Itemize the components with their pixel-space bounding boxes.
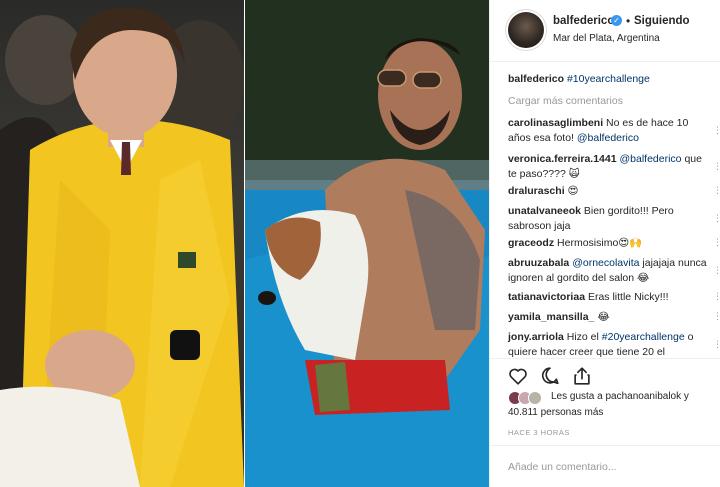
comment-item: graceodz Hermosisimo😍🙌 bbox=[508, 236, 713, 251]
add-comment-bar bbox=[490, 445, 720, 487]
comment-hashtag[interactable]: #20yearchallenge bbox=[602, 331, 685, 343]
comment-item: unatalvaneeok Bien gordito!!! Pero sabro… bbox=[508, 204, 713, 234]
likes-summary[interactable]: Les gusta a pachanoanibalok y 40.811 per… bbox=[508, 390, 713, 422]
post-details-panel: balfederico ✓ • Siguiendo Mar del Plata,… bbox=[489, 0, 720, 487]
comment-mention[interactable]: @balfederico bbox=[577, 132, 639, 144]
comment-options-icon[interactable]: ⋮ bbox=[713, 238, 720, 247]
location-link[interactable]: Mar del Plata, Argentina bbox=[553, 33, 660, 44]
comment-username[interactable]: carolinasaglimbeni bbox=[508, 117, 603, 129]
comment-options-icon[interactable]: ⋮ bbox=[713, 214, 720, 223]
comment-username[interactable]: graceodz bbox=[508, 237, 554, 249]
comment-username[interactable]: yamila_mansilla_ bbox=[508, 311, 594, 323]
comment-icon[interactable] bbox=[539, 365, 561, 387]
verified-icon: ✓ bbox=[611, 15, 622, 26]
post-photo[interactable] bbox=[0, 0, 489, 487]
comment-text: 😂 bbox=[597, 311, 610, 323]
avatar bbox=[528, 391, 542, 405]
heart-icon[interactable] bbox=[507, 365, 529, 387]
comment-item: yamila_mansilla_ 😂 bbox=[508, 310, 713, 325]
comment-username[interactable]: abruuzabala bbox=[508, 257, 569, 269]
man-holding-dog-illustration bbox=[245, 0, 489, 487]
action-bar bbox=[490, 358, 720, 388]
comment-options-icon[interactable]: ⋮ bbox=[713, 126, 720, 135]
comment-mention[interactable]: @balfederico bbox=[620, 153, 682, 165]
caption: balfederico #10yearchallenge bbox=[508, 72, 713, 87]
comment-username[interactable]: jony.arriola bbox=[508, 331, 564, 343]
comment-item: veronica.ferreira.1441 @balfederico que … bbox=[508, 152, 713, 182]
separator-dot: • bbox=[626, 14, 631, 28]
comment-username[interactable]: draluraschi bbox=[508, 185, 565, 197]
caption-username[interactable]: balfederico bbox=[508, 73, 564, 85]
comment-username[interactable]: tatianavictoriaa bbox=[508, 291, 585, 303]
post-timestamp[interactable]: HACE 3 HORAS bbox=[508, 428, 570, 437]
comment-input[interactable] bbox=[508, 458, 708, 476]
comment-text: Eras little Nicky!!! bbox=[587, 291, 669, 303]
following-button[interactable]: Siguiendo bbox=[634, 15, 690, 27]
comment-mention[interactable]: @ornecolavita bbox=[572, 257, 639, 269]
comment-options-icon[interactable]: ⋮ bbox=[713, 162, 720, 171]
comment-options-icon[interactable]: ⋮ bbox=[713, 292, 720, 301]
comment-item: tatianavictoriaa Eras little Nicky!!! bbox=[508, 290, 713, 305]
comment-item: abruuzabala @ornecolavita jajajaja nunca… bbox=[508, 256, 713, 286]
avatar[interactable] bbox=[508, 12, 544, 48]
comment-text: Hizo el bbox=[566, 331, 602, 343]
comment-text: 😍 bbox=[567, 185, 579, 197]
caption-hashtag[interactable]: #10yearchallenge bbox=[567, 73, 650, 85]
load-more-comments-button[interactable]: Cargar más comentarios bbox=[508, 95, 623, 107]
post-header: balfederico ✓ • Siguiendo Mar del Plata,… bbox=[490, 0, 720, 62]
comment-item: carolinasaglimbeni No es de hace 10 años… bbox=[508, 116, 713, 146]
liker-avatars bbox=[508, 391, 548, 405]
comments-list[interactable]: balfederico #10yearchallenge Cargar más … bbox=[490, 62, 720, 358]
comment-text: Hermosisimo😍🙌 bbox=[557, 237, 643, 249]
likes-text-line1: Les gusta a pachanoanibalok y bbox=[551, 391, 689, 402]
comment-options-icon[interactable]: ⋮ bbox=[713, 186, 720, 195]
comment-options-icon[interactable]: ⋮ bbox=[713, 266, 720, 275]
comment-item: draluraschi 😍 bbox=[508, 184, 713, 199]
photo-right-pool bbox=[245, 0, 489, 487]
comment-item: jony.arriola Hizo el #20yearchallenge o … bbox=[508, 330, 713, 358]
comment-options-icon[interactable]: ⋮ bbox=[713, 340, 720, 349]
photo-left-childhood bbox=[0, 0, 244, 487]
comment-username[interactable]: unatalvaneeok bbox=[508, 205, 581, 217]
likes-count[interactable]: 40.811 personas más bbox=[508, 406, 603, 420]
comment-options-icon[interactable]: ⋮ bbox=[713, 312, 720, 321]
share-icon[interactable] bbox=[571, 365, 593, 387]
comment-username[interactable]: veronica.ferreira.1441 bbox=[508, 153, 617, 165]
author-username[interactable]: balfederico bbox=[553, 15, 614, 27]
boy-yellow-shirt-illustration bbox=[0, 7, 244, 487]
